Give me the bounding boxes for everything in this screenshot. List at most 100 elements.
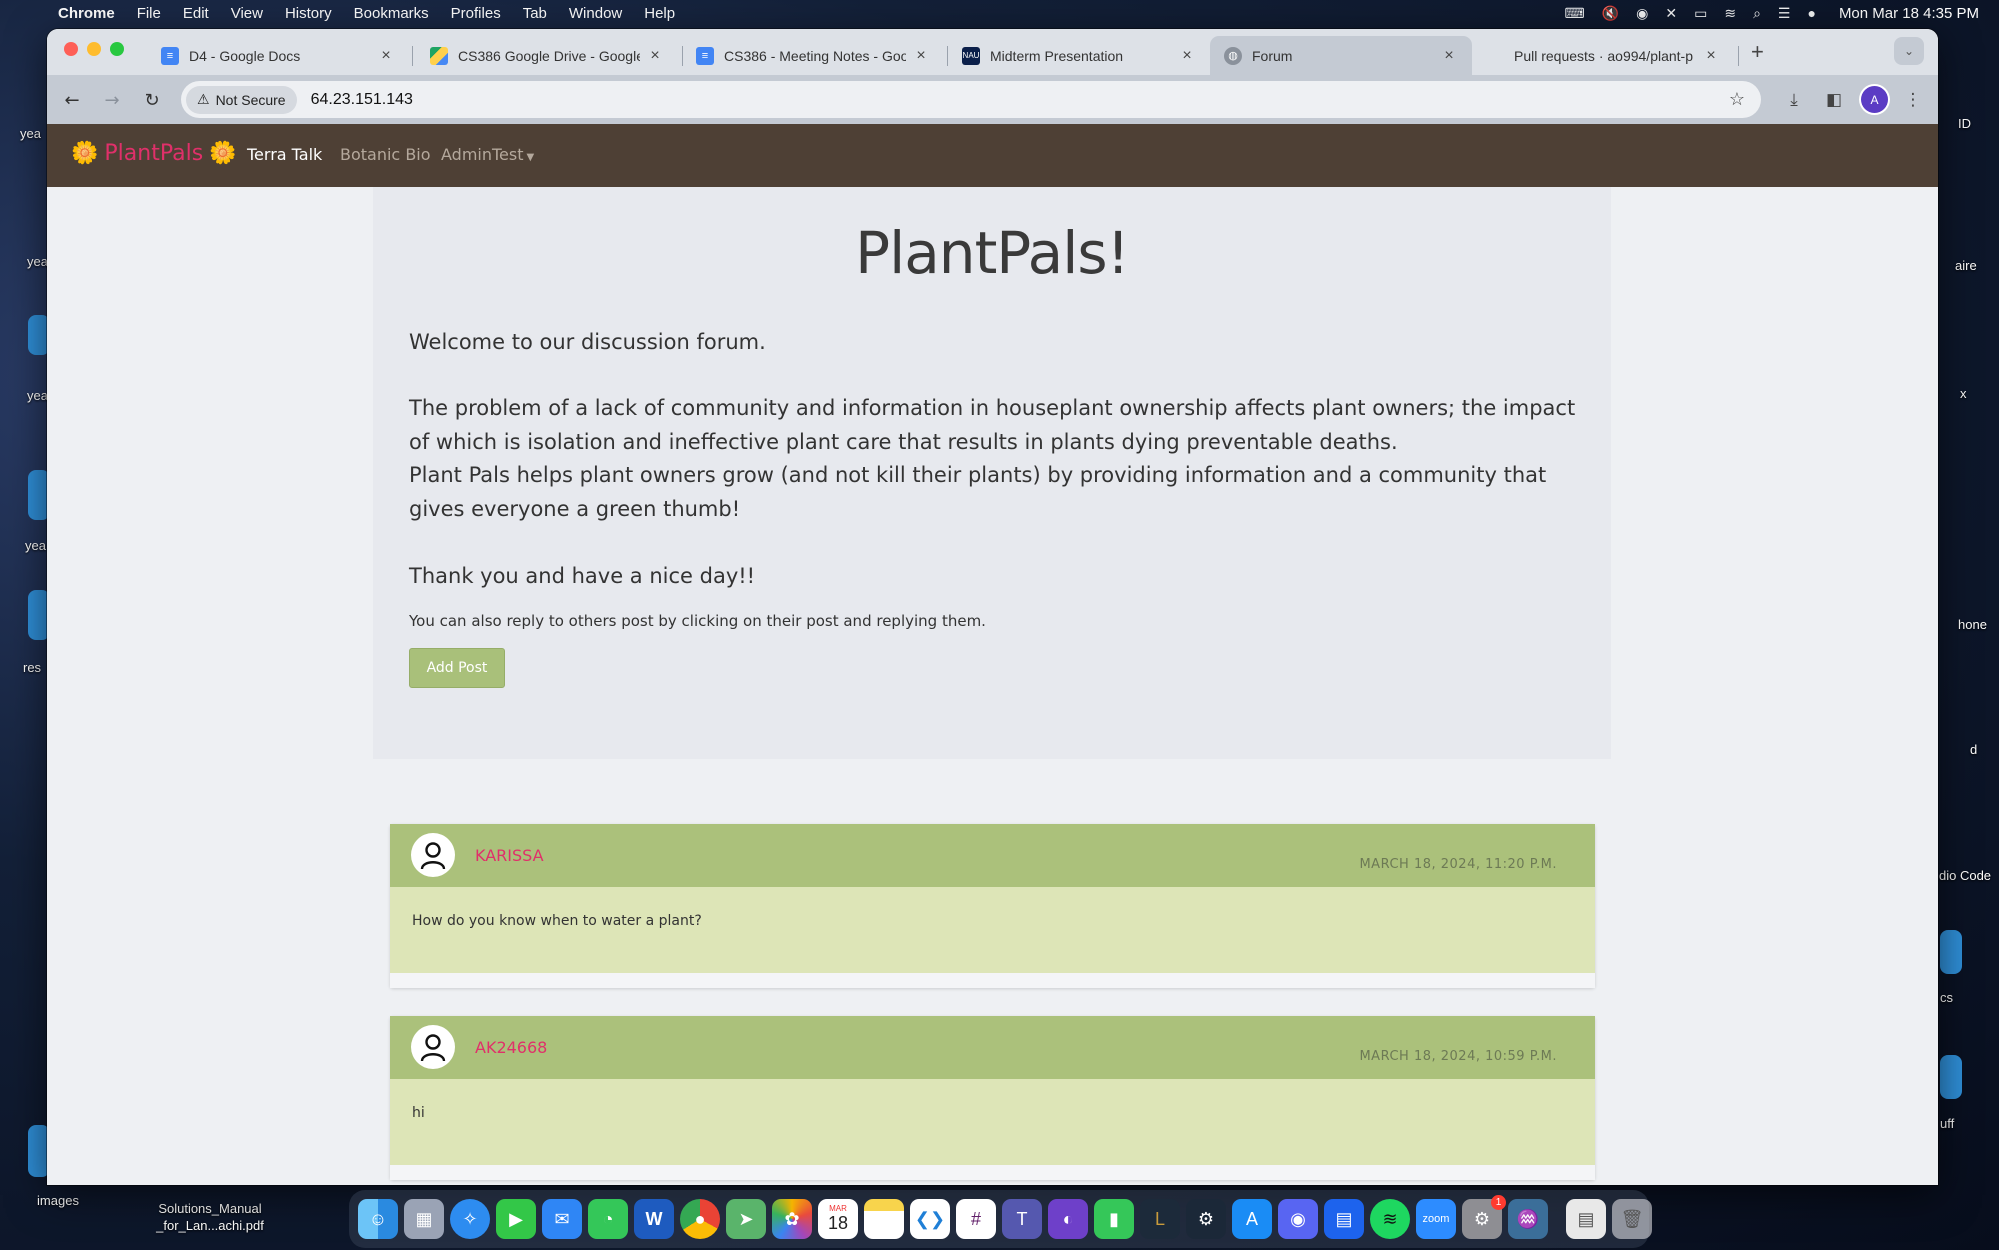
tab-cs386-meeting-notes[interactable]: ≡ CS386 - Meeting Notes - Goo ×	[682, 36, 944, 75]
post-footer	[390, 1165, 1595, 1180]
kebab-menu-icon[interactable]: ⋮	[1901, 88, 1925, 112]
tab-title: CS386 - Meeting Notes - Goo	[724, 47, 906, 64]
bookmark-star-icon[interactable]: ☆	[1729, 89, 1745, 110]
security-chip[interactable]: ⚠ Not Secure	[186, 85, 297, 114]
url-text[interactable]: 64.23.151.143	[311, 91, 413, 109]
calendar-icon[interactable]: MAR 18	[818, 1199, 858, 1239]
close-tab-icon[interactable]: ×	[1440, 47, 1458, 65]
menu-view[interactable]: View	[231, 5, 263, 22]
nav-terra-talk[interactable]: Terra Talk	[247, 145, 322, 164]
tab-d4-google-docs[interactable]: ≡ D4 - Google Docs ×	[147, 36, 409, 75]
post-text: hi	[412, 1105, 425, 1121]
photos-icon[interactable]: ✿	[772, 1199, 812, 1239]
reload-icon[interactable]: ↻	[139, 87, 165, 113]
menu-file[interactable]: File	[137, 5, 161, 22]
desktop-file-pdf[interactable]: Solutions_Manual _for_Lan...achi.pdf	[130, 1200, 290, 1234]
control-center-icon[interactable]: ☰	[1778, 5, 1791, 22]
tab-midterm-presentation[interactable]: NAU Midterm Presentation ×	[948, 36, 1210, 75]
post-username[interactable]: KARISSA	[475, 846, 544, 865]
caret-down-icon: ▼	[526, 152, 535, 163]
system-settings-icon[interactable]: ⚙ 1	[1462, 1195, 1506, 1239]
trash-icon[interactable]: 🗑	[1612, 1199, 1652, 1239]
forward-arrow-icon[interactable]: →	[99, 87, 125, 113]
menu-history[interactable]: History	[285, 5, 332, 22]
desktop-app-icon[interactable]	[1940, 930, 1962, 974]
notes-icon[interactable]	[864, 1199, 904, 1239]
zoom-icon[interactable]: zoom	[1416, 1199, 1456, 1239]
discord-icon[interactable]: ◉	[1278, 1199, 1318, 1239]
spotlight-search-icon[interactable]: ⌕	[1753, 5, 1761, 22]
siri-icon[interactable]: ●	[1807, 5, 1815, 21]
menu-window[interactable]: Window	[569, 5, 622, 22]
spotify-icon[interactable]: ≋	[1370, 1199, 1410, 1239]
finder-icon[interactable]: ☺	[358, 1199, 398, 1239]
post-body: hi	[390, 1079, 1595, 1165]
forum-post[interactable]: AK24668 MARCH 18, 2024, 10:59 P.M. hi	[390, 1016, 1595, 1180]
wifi-icon[interactable]: ≋	[1724, 5, 1736, 22]
close-tab-icon[interactable]: ×	[1702, 47, 1720, 65]
keyboard-icon[interactable]: ⌨	[1564, 5, 1584, 22]
user-icon[interactable]: ◉	[1636, 5, 1648, 22]
thanks-text: Thank you and have a nice day!!	[409, 564, 756, 588]
chrome-icon[interactable]: ●	[680, 1199, 720, 1239]
menu-tab[interactable]: Tab	[523, 5, 547, 22]
post-timestamp: MARCH 18, 2024, 10:59 P.M.	[1359, 1049, 1557, 1064]
new-tab-button[interactable]: +	[1751, 39, 1764, 65]
maps-icon[interactable]: ➤	[726, 1199, 766, 1239]
desktop-folder-images[interactable]: images	[18, 1192, 98, 1209]
slack-icon[interactable]: #	[956, 1199, 996, 1239]
messages-icon[interactable]: ◔	[588, 1199, 628, 1239]
menu-chrome[interactable]: Chrome	[58, 5, 115, 22]
profile-avatar[interactable]: A	[1861, 86, 1888, 113]
minimize-window-button[interactable]	[87, 42, 101, 56]
menu-bookmarks[interactable]: Bookmarks	[354, 5, 429, 22]
close-tab-icon[interactable]: ×	[646, 47, 664, 65]
nav-botanic-bio[interactable]: Botanic Bio	[340, 145, 431, 164]
app-store-icon[interactable]: A	[1232, 1199, 1272, 1239]
forum-post[interactable]: KARISSA MARCH 18, 2024, 11:20 P.M. How d…	[390, 824, 1595, 988]
add-post-button[interactable]: Add Post	[409, 648, 505, 688]
menu-help[interactable]: Help	[644, 5, 675, 22]
problem-statement: The problem of a lack of community and i…	[409, 396, 1576, 454]
github-desktop-icon[interactable]: ◐	[1048, 1199, 1088, 1239]
brand-link[interactable]: 🌼 PlantPals 🌼	[65, 141, 243, 166]
close-window-button[interactable]	[64, 42, 78, 56]
welcome-text: Welcome to our discussion forum.	[409, 330, 766, 354]
back-arrow-icon[interactable]: ←	[59, 87, 85, 113]
downloads-icon[interactable]: ⤓	[1782, 88, 1806, 112]
mail-icon[interactable]: ✉	[542, 1199, 582, 1239]
menu-profiles[interactable]: Profiles	[451, 5, 501, 22]
safari-icon[interactable]: ✧	[450, 1199, 490, 1239]
menu-edit[interactable]: Edit	[183, 5, 209, 22]
mysql-workbench-icon[interactable]: ♒	[1508, 1199, 1548, 1239]
league-of-legends-icon[interactable]: L	[1140, 1199, 1180, 1239]
tab-pull-requests[interactable]: Pull requests · ao994/plant-p ×	[1472, 36, 1734, 75]
launchpad-icon[interactable]: ▦	[404, 1199, 444, 1239]
desktop-app-icon[interactable]	[1940, 1055, 1962, 1099]
close-tab-icon[interactable]: ×	[377, 47, 395, 65]
battery-icon[interactable]: ▭	[1694, 5, 1707, 22]
tab-forum[interactable]: ◍ Forum ×	[1210, 36, 1472, 75]
steam-icon[interactable]: ⚙	[1186, 1199, 1226, 1239]
address-bar[interactable]: ⚠ Not Secure 64.23.151.143 ☆	[181, 81, 1761, 118]
tab-search-button[interactable]: ⌄	[1894, 37, 1924, 65]
zoom-window-button[interactable]	[110, 42, 124, 56]
tab-title: CS386 Google Drive - Google	[458, 47, 640, 64]
close-tab-icon[interactable]: ×	[1178, 47, 1196, 65]
numbers-icon[interactable]: ▮	[1094, 1199, 1134, 1239]
post-username[interactable]: AK24668	[475, 1038, 547, 1057]
facetime-icon[interactable]: ▶	[496, 1199, 536, 1239]
menubar-clock[interactable]: Mon Mar 18 4:35 PM	[1839, 5, 1979, 22]
vscode-icon[interactable]: ❮❯	[910, 1199, 950, 1239]
word-icon[interactable]: W	[634, 1199, 674, 1239]
teams-icon[interactable]: T	[1002, 1199, 1042, 1239]
not-secure-label: Not Secure	[215, 91, 286, 108]
document-stack-icon[interactable]: ▤	[1566, 1199, 1606, 1239]
mute-icon[interactable]: 🔇	[1602, 5, 1619, 22]
tab-cs386-google-drive[interactable]: CS386 Google Drive - Google ×	[416, 36, 678, 75]
close-tab-icon[interactable]: ×	[912, 47, 930, 65]
nav-admintest-dropdown[interactable]: AdminTest ▼	[441, 145, 534, 164]
docker-icon[interactable]: ▤	[1324, 1199, 1364, 1239]
bluetooth-off-icon[interactable]: ✕	[1665, 5, 1677, 22]
side-panel-icon[interactable]: ◧	[1822, 88, 1846, 112]
